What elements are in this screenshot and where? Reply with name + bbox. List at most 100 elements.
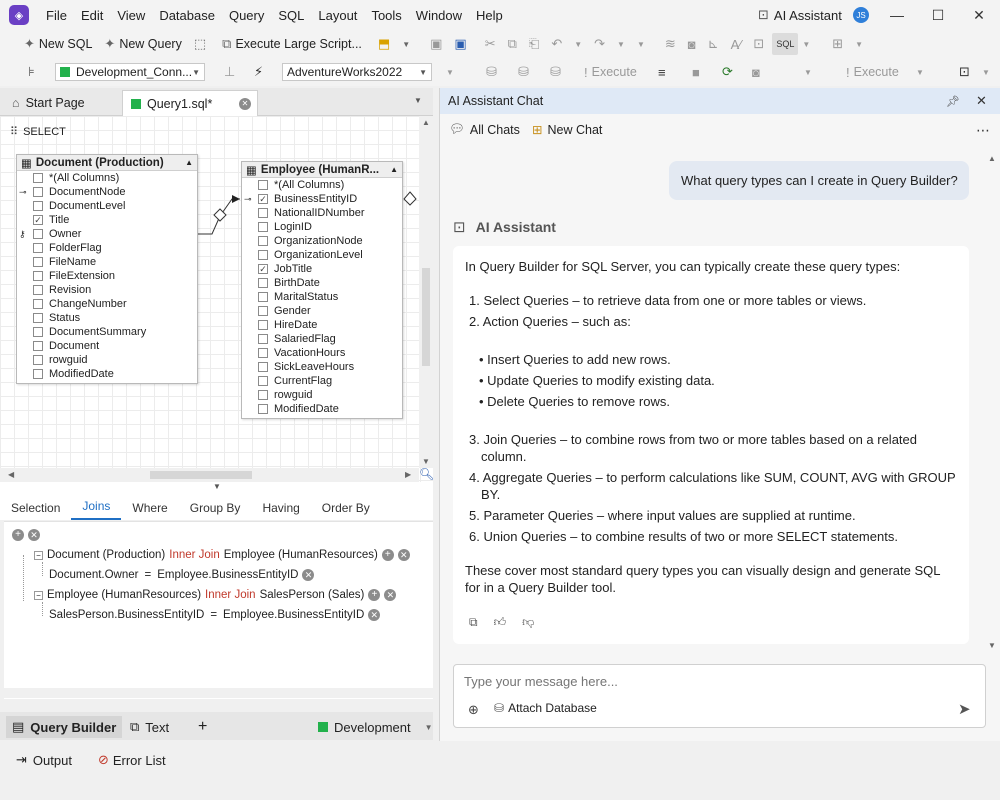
column-checkbox[interactable]: [33, 355, 43, 365]
menu-window[interactable]: Window: [409, 8, 469, 23]
column-checkbox[interactable]: [33, 201, 43, 211]
spell-icon[interactable]: A⁄: [727, 33, 750, 55]
column-checkbox[interactable]: [258, 236, 268, 246]
tab-joins[interactable]: Joins: [71, 499, 122, 520]
add-join-icon[interactable]: +: [12, 529, 24, 541]
database-select[interactable]: AdventureWorks2022 ▼: [282, 63, 432, 81]
table-column[interactable]: BirthDate: [242, 276, 402, 290]
tab-selection[interactable]: Selection: [0, 501, 71, 520]
menu-view[interactable]: View: [110, 8, 152, 23]
paste-icon[interactable]: ⎗: [525, 33, 547, 55]
execute-large-script-button[interactable]: ⧉ Execute Large Script...: [218, 33, 366, 55]
table-column[interactable]: HireDate: [242, 318, 402, 332]
table-column[interactable]: DocumentSummary: [17, 325, 197, 339]
layout-icon[interactable]: ⊞: [828, 33, 851, 55]
more-options-icon[interactable]: ⋯: [976, 122, 990, 139]
redo-dropdown-icon[interactable]: ▼: [613, 33, 633, 55]
database-icon[interactable]: ⛁: [482, 61, 505, 83]
menu-layout[interactable]: Layout: [311, 8, 364, 23]
table-column[interactable]: OrganizationLevel: [242, 248, 402, 262]
globe-icon[interactable]: ⊕: [468, 702, 479, 718]
table-column[interactable]: SalariedFlag: [242, 332, 402, 346]
table-column[interactable]: FolderFlag: [17, 241, 197, 255]
add-condition-icon[interactable]: +: [381, 549, 394, 561]
execute-dropdown-icon[interactable]: ▼: [912, 61, 932, 83]
join-row[interactable]: − Document (Production) Inner Join Emplo…: [34, 549, 410, 561]
tab-order-by[interactable]: Order By: [311, 501, 381, 520]
table-column[interactable]: SickLeaveHours: [242, 360, 402, 374]
sql-toggle-button[interactable]: SQL: [772, 33, 799, 55]
table-column[interactable]: rowguid: [242, 388, 402, 402]
minimize-icon[interactable]: —: [882, 5, 912, 25]
menu-query[interactable]: Query: [222, 8, 271, 23]
copy-icon[interactable]: ⧉: [469, 614, 478, 631]
chart-icon[interactable]: ⊾: [704, 33, 727, 55]
sql-dropdown-icon[interactable]: ▼: [798, 33, 818, 55]
menu-help[interactable]: Help: [469, 8, 510, 23]
column-checkbox[interactable]: [258, 180, 268, 190]
capture-icon[interactable]: ⊡: [955, 61, 978, 83]
remove-condition-icon[interactable]: ✕: [368, 609, 381, 621]
cut-icon[interactable]: ✂: [481, 33, 504, 55]
column-checkbox[interactable]: ✓: [258, 194, 268, 204]
comment-icon[interactable]: ⊡: [749, 33, 772, 55]
diagram-horizontal-scrollbar[interactable]: ◀ ▶: [0, 468, 419, 482]
maximize-icon[interactable]: ☐: [923, 5, 953, 25]
format-icon[interactable]: ≋: [661, 33, 684, 55]
column-checkbox[interactable]: [33, 257, 43, 267]
table-column[interactable]: ModifiedDate: [17, 367, 197, 381]
remove-condition-icon[interactable]: ✕: [302, 569, 315, 581]
attach-database-button[interactable]: ⛁ Attach Database: [494, 701, 597, 715]
column-checkbox[interactable]: [33, 271, 43, 281]
column-checkbox[interactable]: [258, 222, 268, 232]
table-column[interactable]: VacationHours: [242, 346, 402, 360]
table-column[interactable]: Document: [17, 339, 197, 353]
new-chat-button[interactable]: ⊞ New Chat: [532, 122, 602, 138]
capture-dropdown-icon[interactable]: ▼: [978, 61, 998, 83]
execute-button-2[interactable]: ! Execute: [842, 61, 903, 83]
new-query-button[interactable]: ✦ New Query: [100, 33, 185, 55]
all-chats-button[interactable]: 💬︎ All Chats: [449, 122, 520, 137]
save-icon[interactable]: ▣: [426, 33, 450, 55]
toolbar-more-icon[interactable]: ▼: [633, 33, 653, 55]
table-column[interactable]: MaritalStatus: [242, 290, 402, 304]
splitter-chevron-icon[interactable]: ▼: [213, 482, 221, 491]
profiler-dropdown-icon[interactable]: ▼: [800, 61, 820, 83]
close-window-icon[interactable]: ✕: [964, 5, 994, 25]
close-tab-icon[interactable]: ✕: [239, 97, 251, 110]
column-checkbox[interactable]: [258, 334, 268, 344]
table-header[interactable]: ▦ Employee (HumanR... ▲: [242, 162, 402, 178]
tabs-dropdown-icon[interactable]: ▼: [414, 96, 422, 105]
table-column[interactable]: CurrentFlag: [242, 374, 402, 388]
table-column[interactable]: NationalIDNumber: [242, 206, 402, 220]
db-dropdown-icon[interactable]: ▼: [442, 61, 462, 83]
table-column[interactable]: rowguid: [17, 353, 197, 367]
stop-icon[interactable]: ■: [688, 61, 708, 83]
table-employee-humanresources[interactable]: ▦ Employee (HumanR... ▲ *(All Columns) ⊸ ✓…: [241, 161, 403, 419]
undo-dropdown-icon[interactable]: ▼: [570, 33, 590, 55]
disconnect-icon[interactable]: ⚡: [250, 61, 271, 83]
close-panel-icon[interactable]: ✕: [976, 93, 987, 109]
undo-icon[interactable]: ↶: [547, 33, 570, 55]
add-tab-button[interactable]: +: [192, 716, 213, 738]
splitter[interactable]: ▼: [0, 482, 433, 496]
table-column[interactable]: ✓ Title: [17, 213, 197, 227]
table-column[interactable]: ✓ JobTitle: [242, 262, 402, 276]
table-column[interactable]: Status: [17, 311, 197, 325]
send-icon[interactable]: ➤: [958, 700, 971, 718]
column-checkbox[interactable]: [258, 278, 268, 288]
save-all-icon[interactable]: ▣: [450, 33, 474, 55]
new-document-icon[interactable]: ⬚: [190, 33, 214, 55]
table-document-production[interactable]: ▦ Document (Production) ▲ *(All Columns)…: [16, 154, 198, 384]
redo-icon[interactable]: ↷: [590, 33, 613, 55]
query-diagram[interactable]: ⠿ SELECT ▦ Document (Production) ▲ *(All…: [0, 116, 433, 482]
collapse-icon[interactable]: ▲: [185, 158, 193, 167]
chat-scrollbar[interactable]: ▲ ▼: [985, 154, 999, 650]
table-column[interactable]: Revision: [17, 283, 197, 297]
error-list-button[interactable]: ⊘ Error List: [88, 752, 182, 768]
table-column[interactable]: OrganizationNode: [242, 234, 402, 248]
table-column[interactable]: ⊸ ✓ BusinessEntityID: [242, 192, 402, 206]
remove-join-icon[interactable]: ✕: [397, 549, 410, 561]
menu-file[interactable]: File: [39, 8, 74, 23]
connection-select[interactable]: Development_Conn... ▼: [55, 63, 205, 81]
